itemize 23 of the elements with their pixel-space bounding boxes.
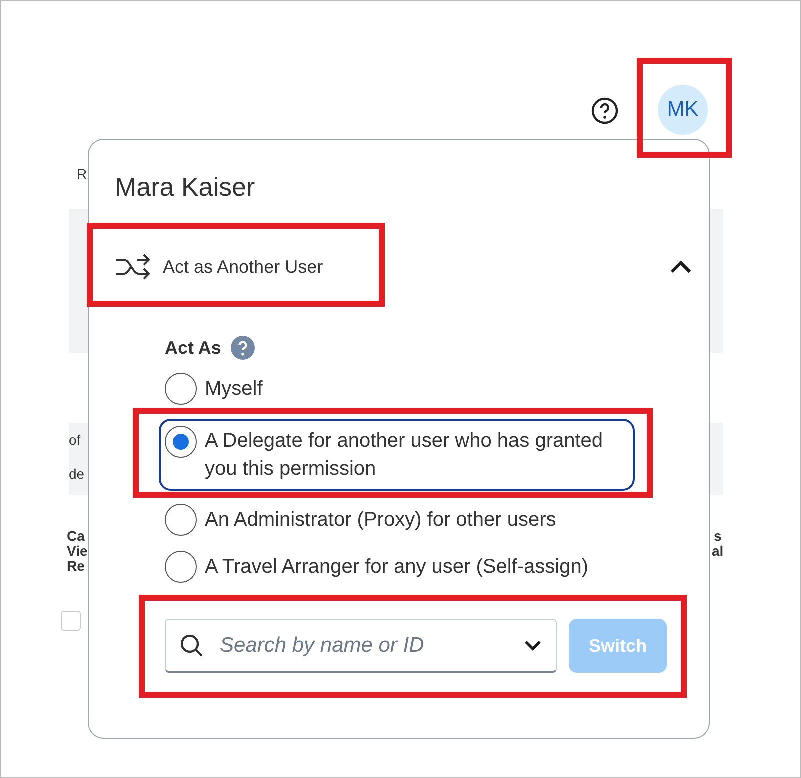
section-header[interactable]: Act as Another User — [115, 252, 693, 282]
background-text: al — [712, 544, 724, 559]
background-text: Re — [67, 559, 85, 574]
search-icon — [180, 634, 204, 658]
shuffle-icon — [115, 252, 153, 282]
radio-option[interactable]: A Travel Arranger for any user (Self-assign) — [159, 550, 635, 585]
chevron-icon — [669, 259, 693, 275]
background-text: de — [69, 467, 85, 482]
background-text: Ca — [67, 529, 85, 544]
caret-icon — [524, 640, 542, 652]
background-text: Vie — [67, 544, 88, 559]
background-text: R — [77, 167, 88, 182]
radio-option[interactable]: Myself — [159, 372, 635, 407]
checkbox[interactable] — [61, 611, 81, 631]
background-text: s — [714, 529, 722, 544]
background-text: of — [69, 433, 81, 448]
help-icon[interactable] — [591, 97, 619, 125]
radio-option[interactable]: A Delegate for another user who has granted you this permission — [159, 419, 635, 491]
user-avatar[interactable]: MK — [658, 85, 708, 135]
search-field[interactable]: Search by name or ID — [165, 619, 557, 673]
act-as-label: Act As — [165, 338, 222, 358]
radio-option[interactable]: An Administrator (Proxy) for other users — [159, 503, 635, 538]
user-name: Mara Kaiser — [115, 172, 256, 202]
